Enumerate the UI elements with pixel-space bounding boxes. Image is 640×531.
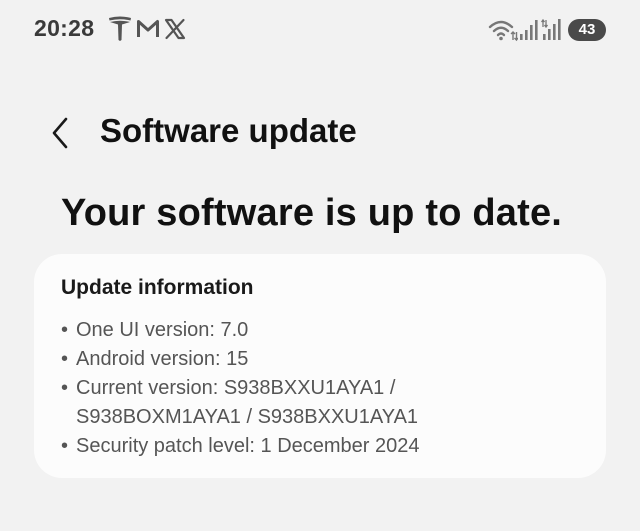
security-patch-level: Security patch level: 1 December 2024: [76, 435, 420, 457]
list-item: • Current version: S938BXXU1AYA1 / S938B…: [61, 374, 420, 432]
battery-indicator: 43: [568, 19, 606, 41]
chevron-left-icon: [52, 117, 68, 149]
bullet: •: [61, 377, 69, 399]
android-version: Android version: 15: [76, 348, 249, 370]
bullet: •: [61, 319, 69, 341]
app-bar: Software update: [0, 104, 640, 160]
status-bar: 20:28 43: [0, 0, 640, 62]
page-title: Software update: [100, 112, 357, 149]
tesla-icon: [108, 16, 132, 42]
bullet: •: [61, 435, 69, 457]
one-ui-version: One UI version: 7.0: [76, 319, 249, 341]
bullet: •: [61, 348, 69, 370]
list-item: • Android version: 15: [61, 345, 420, 374]
list-item: • One UI version: 7.0: [61, 316, 420, 345]
signal-strength-icon: [541, 18, 563, 42]
wifi-icon: [488, 18, 518, 42]
x-icon: [163, 16, 187, 42]
list-item: • Security patch level: 1 December 2024: [61, 432, 420, 461]
update-information-card: Update information • One UI version: 7.0…: [34, 254, 606, 478]
update-status-headline: Your software is up to date.: [61, 192, 563, 234]
current-version: Current version: S938BXXU1AYA1 /: [76, 377, 396, 399]
status-time: 20:28: [34, 15, 95, 41]
back-button[interactable]: [38, 108, 82, 156]
update-information-list: • One UI version: 7.0 • Android version:…: [61, 316, 420, 461]
signal-strength-icon: [519, 18, 539, 42]
gmail-icon: [136, 16, 160, 42]
current-version-continued: S938BOXM1AYA1 / S938BXXU1AYA1: [76, 406, 419, 428]
card-title: Update information: [61, 276, 254, 299]
